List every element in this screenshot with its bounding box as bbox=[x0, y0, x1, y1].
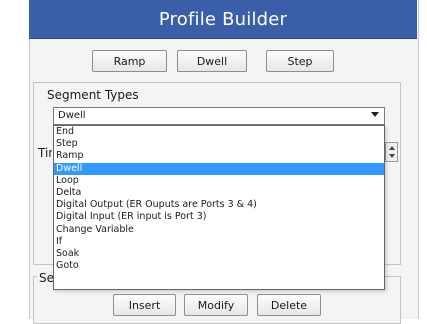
dropdown-option[interactable]: Loop bbox=[54, 175, 384, 187]
segment-type-value: Dwell bbox=[58, 110, 86, 121]
segment-types-label: Segment Types bbox=[47, 88, 139, 102]
ramp-button[interactable]: Ramp bbox=[92, 50, 167, 72]
modify-button[interactable]: Modify bbox=[184, 294, 248, 316]
segments-label: Se bbox=[37, 271, 53, 285]
dropdown-option[interactable]: Ramp bbox=[54, 150, 384, 162]
dwell-button[interactable]: Dwell bbox=[177, 50, 247, 72]
segment-type-dropdown-list: End Step Ramp Dwell Loop Delta Digital Output … bbox=[53, 125, 385, 290]
app-title: Profile Builder bbox=[158, 9, 288, 30]
chevron-down-icon[interactable] bbox=[371, 112, 379, 117]
time-spinner[interactable] bbox=[385, 142, 398, 162]
dropdown-option[interactable]: Digital Output (ER Ouputs are Ports 3 & … bbox=[54, 199, 384, 211]
segment-type-select[interactable]: Dwell bbox=[53, 107, 385, 125]
dropdown-option[interactable]: Dwell bbox=[54, 162, 384, 175]
spinner-down-icon[interactable] bbox=[389, 154, 395, 158]
dropdown-option[interactable]: If bbox=[54, 236, 384, 248]
dropdown-option[interactable]: Soak bbox=[54, 248, 384, 260]
dropdown-option[interactable]: Step bbox=[54, 138, 384, 150]
delete-button[interactable]: Delete bbox=[257, 294, 321, 316]
dropdown-option[interactable]: Digital Input (ER input is Port 3) bbox=[54, 211, 384, 223]
dropdown-option[interactable]: End bbox=[54, 126, 384, 138]
spinner-up-icon[interactable] bbox=[389, 146, 395, 150]
dropdown-option[interactable]: Goto bbox=[54, 260, 384, 272]
title-bar: Profile Builder bbox=[29, 0, 417, 39]
dropdown-option[interactable]: Change Variable bbox=[54, 224, 384, 236]
step-button[interactable]: Step bbox=[266, 50, 334, 72]
dropdown-option[interactable]: Delta bbox=[54, 187, 384, 199]
insert-button[interactable]: Insert bbox=[113, 294, 176, 316]
time-label: Tin bbox=[38, 146, 52, 160]
